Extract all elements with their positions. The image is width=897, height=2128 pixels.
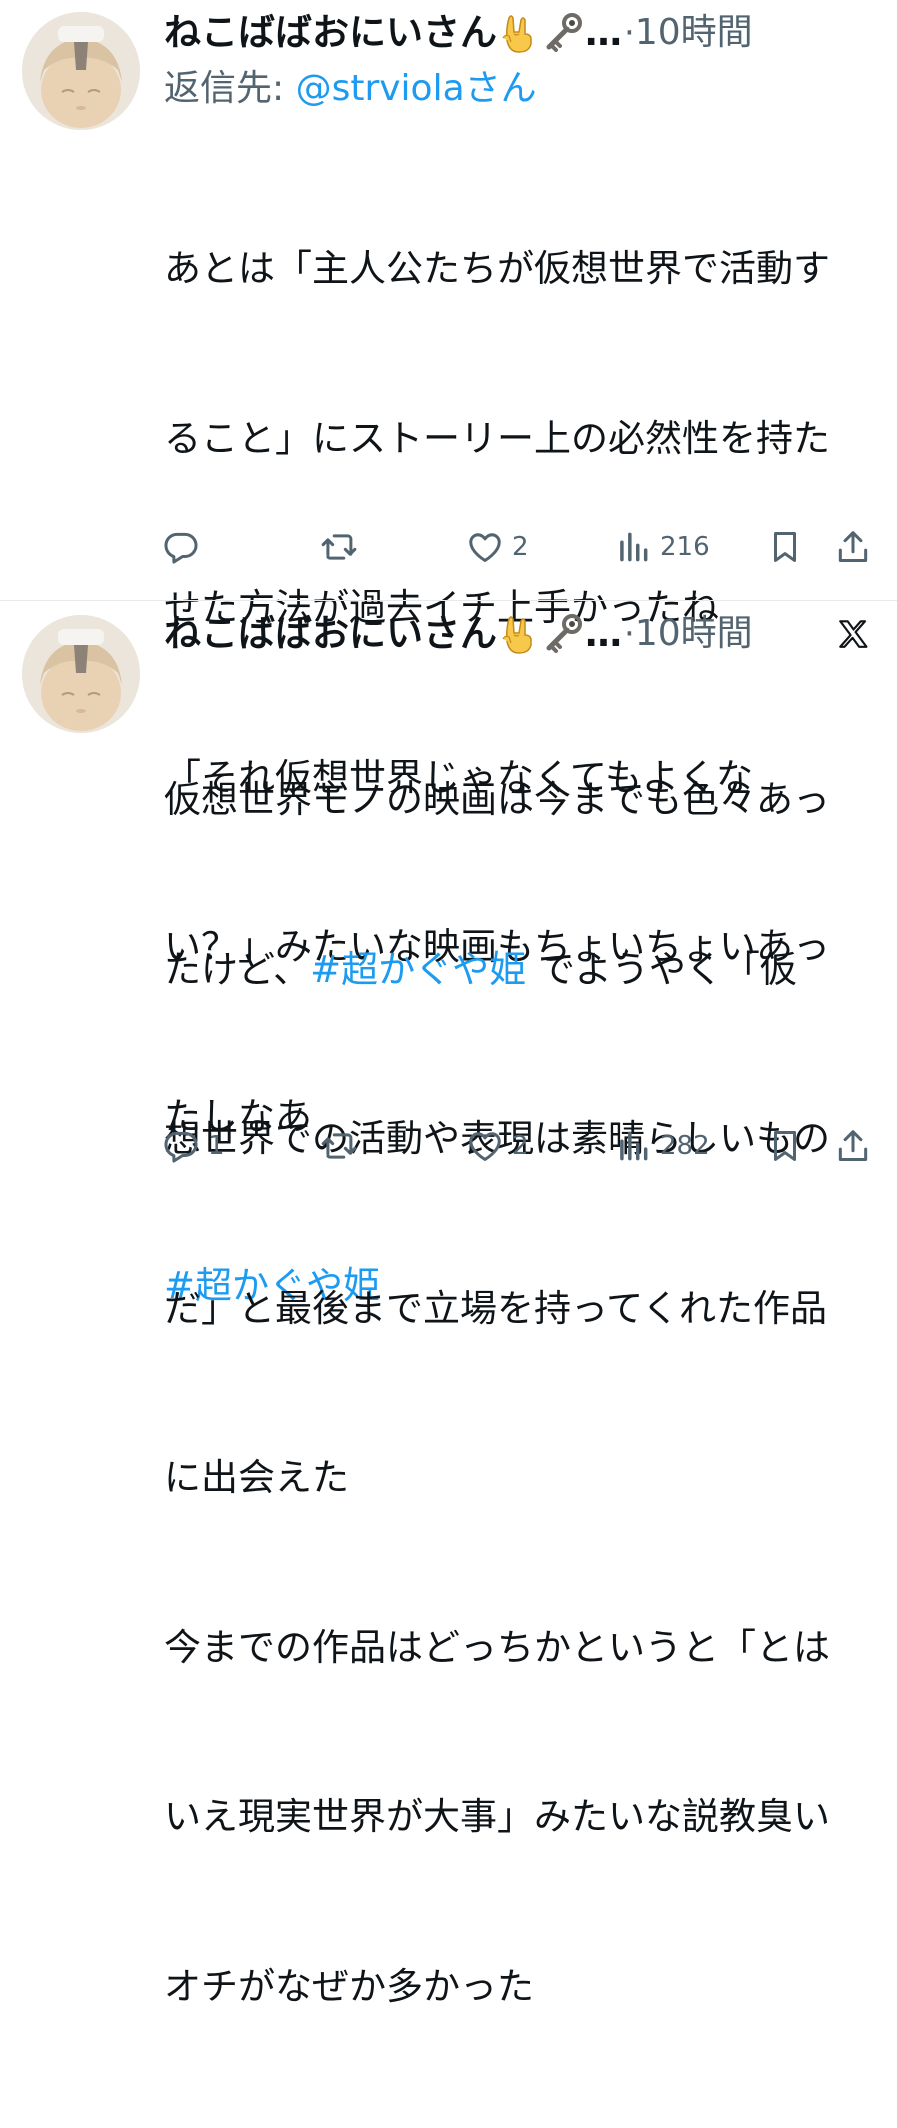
text-line: ること」にストーリー上の必然性を持た <box>164 416 830 460</box>
text-line: たけど、#超かぐや姫 でようやく「仮 <box>164 947 797 991</box>
old-key-emoji <box>541 10 585 56</box>
timestamp[interactable]: 10時間 <box>635 611 753 657</box>
action-bar: 1 2 282 <box>0 1122 897 1170</box>
text-line: オチがなぜか多かった <box>164 1964 534 2008</box>
text-line: 今までの作品はどっちかというと「とは <box>164 1625 830 1669</box>
author-name[interactable]: ねこばばおにいさん <box>164 611 497 657</box>
avatar-image <box>22 615 140 733</box>
name-ellipsis: … <box>585 612 622 655</box>
bookmark-button[interactable] <box>766 523 804 571</box>
share-icon <box>838 1130 868 1161</box>
share-button[interactable] <box>834 1122 872 1170</box>
retweet-button[interactable] <box>320 1122 366 1170</box>
tweet-header: ねこばばおにいさん …·10時間 <box>164 611 884 657</box>
reply-to-suffix: さん <box>464 68 537 109</box>
action-bar: 2 216 <box>0 523 897 571</box>
views-button[interactable]: 216 <box>614 523 710 571</box>
sign-of-the-horns-emoji <box>497 611 541 657</box>
hashtag-link[interactable]: #超かぐや姫 <box>310 948 526 991</box>
retweet-icon <box>321 1133 357 1159</box>
retweet-button[interactable] <box>320 523 366 571</box>
reply-button[interactable]: 1 <box>162 1122 225 1170</box>
tweet-text: 仮想世界モノの映画は今までも色々あっ たけど、#超かぐや姫 でようやく「仮 想世… <box>164 659 884 2128</box>
retweet-icon <box>321 534 357 560</box>
views-count: 216 <box>660 532 710 562</box>
x-logo-icon <box>839 620 868 648</box>
avatar[interactable] <box>22 12 140 130</box>
share-button[interactable] <box>834 523 872 571</box>
like-button[interactable]: 2 <box>466 523 529 571</box>
text-line: に出会えた <box>164 1456 349 1499</box>
tweet-header: ねこばばおにいさん …·10時間 <box>164 10 884 56</box>
text-line: いえ現実世界が大事」みたいな説教臭い <box>164 1795 830 1838</box>
bookmark-button[interactable] <box>766 1122 804 1170</box>
views-count: 282 <box>660 1131 710 1161</box>
avatar-image <box>22 12 140 130</box>
like-icon <box>469 533 501 562</box>
separator-dot: · <box>624 13 635 53</box>
like-count: 2 <box>512 532 529 562</box>
like-count: 2 <box>512 1131 529 1161</box>
like-icon <box>469 1132 501 1161</box>
sign-of-the-horns-emoji <box>497 10 541 56</box>
reply-to-label: 返信先: <box>164 68 296 109</box>
old-key-emoji <box>541 611 585 657</box>
author-name[interactable]: ねこばばおにいさん <box>164 10 497 56</box>
text-line: 仮想世界モノの映画は今までも色々あっ <box>164 778 830 821</box>
tweet[interactable]: ねこばばおにいさん …·10時間 仮想世界モノの映画は今までも色々あっ たけど、#… <box>0 601 897 2008</box>
bookmark-icon <box>773 1131 797 1161</box>
bookmark-icon <box>773 532 797 562</box>
views-icon <box>620 532 648 562</box>
name-ellipsis: … <box>585 11 622 54</box>
like-button[interactable]: 2 <box>466 1122 529 1170</box>
reply-icon <box>164 1131 198 1163</box>
reply-button[interactable] <box>162 523 208 571</box>
reply-icon <box>164 532 198 564</box>
reply-to-handle[interactable]: @strviola <box>296 68 465 109</box>
text-line: あとは「主人公たちが仮想世界で活動す <box>164 247 830 290</box>
timestamp[interactable]: 10時間 <box>635 10 753 56</box>
views-button[interactable]: 282 <box>614 1122 710 1170</box>
text-line: だ」と最後まで立場を持ってくれた作品 <box>164 1286 828 1330</box>
reply-to-line: 返信先: @strviolaさん <box>164 66 537 112</box>
views-icon <box>620 1131 648 1161</box>
reply-count: 1 <box>208 1131 225 1161</box>
separator-dot: · <box>624 614 635 654</box>
tweet[interactable]: ねこばばおにいさん …·10時間 返信先: @strviolaさん あとは「主人公… <box>0 0 897 1307</box>
share-icon <box>838 531 868 562</box>
avatar[interactable] <box>22 615 140 733</box>
